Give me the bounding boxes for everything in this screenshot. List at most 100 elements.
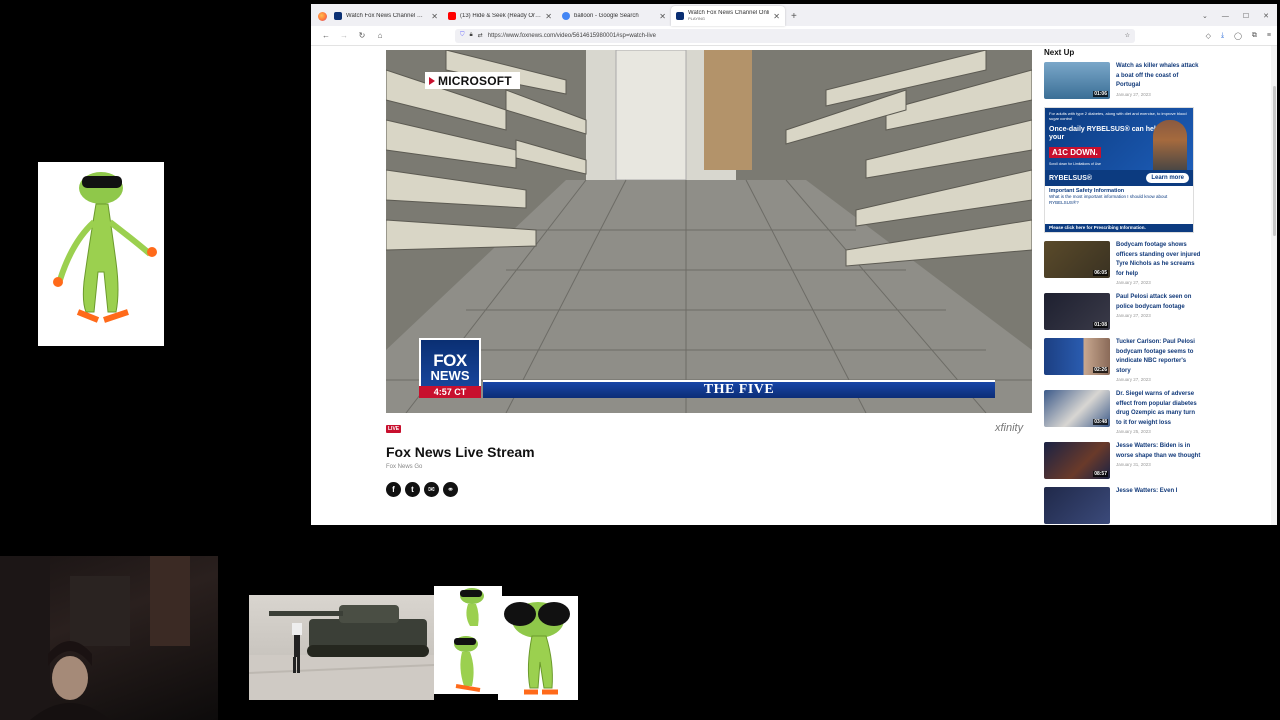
video-thumbnail[interactable]: 06:05 [1044,241,1110,278]
video-link-title[interactable]: Jesse Watters: Biden is in worse shape t… [1116,442,1202,461]
account-icon[interactable]: ◯ [1234,32,1242,40]
firefox-menu-icon[interactable] [315,6,329,26]
permissions-icon[interactable]: ⇄ [478,32,483,39]
tab-title: (13) Hide & Seek (Ready Or Not [460,13,542,19]
desktop-stage: Watch Fox News Channel Onli ✕ (13) Hide … [0,0,1280,720]
logo-line-1: FOX [433,351,467,370]
extensions-icon[interactable]: ⧉ [1252,32,1257,40]
twitter-icon[interactable]: t [405,482,420,497]
list-item[interactable]: 02:26 Tucker Carlson: Paul Pelosi bodyca… [1044,338,1202,382]
frog-sticker-glasses-image [498,596,578,700]
url-text[interactable]: https://www.foxnews.com/video/5614615980… [488,33,656,39]
list-item[interactable]: Jesse Watters: Even I [1044,487,1202,524]
home-icon[interactable]: ⌂ [371,31,389,40]
bookmark-star-icon[interactable]: ☆ [1125,32,1130,39]
list-item[interactable]: 03:48 Dr. Siegel warns of adverse effect… [1044,390,1202,434]
fox-favicon-icon [676,12,684,20]
logo-line-2: NEWS [430,368,470,383]
page-content: MICROSOFT FOX NEWS 4:57 CT THE FIVE LIVE… [311,46,1277,525]
ad-highlight: A1C DOWN. [1049,147,1101,158]
lock-icon[interactable]: 🔒︎ [470,32,473,39]
close-icon[interactable]: ✕ [659,12,666,21]
video-player[interactable]: MICROSOFT FOX NEWS 4:57 CT THE FIVE [386,50,1032,413]
next-up-heading: Next Up [1044,48,1075,57]
show-name-banner: THE FIVE [483,380,995,398]
share-buttons: f t ✉ ⚭ [386,482,458,497]
video-date: January 27, 2023 [1116,313,1151,318]
duration: 01:08 [1093,322,1108,328]
video-link-title[interactable]: Bodycam footage shows officers standing … [1116,241,1202,279]
video-date: January 27, 2023 [1116,91,1151,97]
duration: 06:05 [1093,270,1108,276]
play-triangle-icon [429,76,435,85]
chyron-topic-tag: MICROSOFT [425,72,520,89]
pocket-icon[interactable]: ◇ [1206,32,1211,40]
video-thumbnail[interactable]: 03:48 [1044,390,1110,427]
downloads-icon[interactable]: ⤓ [1221,32,1224,40]
tab-fox-news-active[interactable]: Watch Fox News Channel Onli PLAYING ✕ [671,6,785,26]
video-subtitle: Fox News Go [386,464,423,470]
frog-sticker-image [38,162,164,346]
duration: 02:26 [1093,367,1108,373]
back-icon[interactable]: ← [317,31,335,40]
duration: 01:06 [1093,91,1108,97]
frog-sticker-small-image [434,586,502,694]
link-icon[interactable]: ⚭ [443,482,458,497]
youtube-favicon-icon [448,12,456,20]
video-date: January 27, 2023 [1116,280,1151,285]
list-item[interactable]: 06:05 Bodycam footage shows officers sta… [1044,241,1202,285]
ad-prescribing-link[interactable]: Please click here for Prescribing Inform… [1045,224,1193,232]
video-link-title[interactable]: Dr. Siegel warns of adverse effect from … [1116,390,1202,428]
video-link-title[interactable]: Jesse Watters: Even I [1116,487,1177,497]
list-item[interactable]: 08:57 Jesse Watters: Biden is in worse s… [1044,442,1202,479]
video-link-title[interactable]: Tucker Carlson: Paul Pelosi bodycam foot… [1116,338,1202,376]
duration: 08:57 [1093,471,1108,477]
video-thumbnail[interactable]: 02:26 [1044,338,1110,375]
video-thumbnail[interactable]: 01:06 [1044,62,1110,99]
webcam-feed [0,556,218,720]
video-date: January 25, 2023 [1116,429,1151,434]
forward-icon[interactable]: → [335,31,353,40]
tab-playing-label: PLAYING [688,16,706,21]
maximize-icon[interactable]: ☐ [1243,12,1249,20]
tab-fox-news-1[interactable]: Watch Fox News Channel Onli ✕ [329,6,443,26]
next-up-sidebar: Next Up 01:06 Watch as killer whales att… [1044,46,1202,525]
app-menu-icon[interactable]: ≡ [1267,32,1271,40]
email-icon[interactable]: ✉ [424,482,439,497]
live-badge: LIVE [386,425,402,433]
new-tab-button[interactable]: + [785,6,803,26]
close-window-icon[interactable]: ✕ [1263,12,1269,20]
learn-more-button[interactable]: Learn more [1146,173,1189,183]
navigation-toolbar: ← → ↻ ⌂ ⛉ 🔒︎ ⇄ https://www.foxnews.com/v… [311,26,1277,46]
tab-youtube[interactable]: (13) Hide & Seek (Ready Or Not ✕ [443,6,557,26]
list-all-tabs-icon[interactable]: ⌄ [1202,12,1208,20]
scrollbar-thumb[interactable] [1273,86,1276,236]
advertisement[interactable]: For adults with type 2 diabetes, along w… [1044,107,1194,233]
tank-man-photo [249,595,434,700]
video-link-title[interactable]: Watch as killer whales attack a boat off… [1116,62,1202,91]
url-bar[interactable]: ⛉ 🔒︎ ⇄ https://www.foxnews.com/video/561… [455,28,1135,43]
tab-title: balloon - Google Search [574,13,639,19]
facebook-icon[interactable]: f [386,482,401,497]
ad-person-image [1153,120,1187,170]
browser-window: Watch Fox News Channel Onli ✕ (13) Hide … [311,4,1277,525]
tab-strip: Watch Fox News Channel Onli ✕ (13) Hide … [311,4,1277,26]
video-thumbnail[interactable] [1044,487,1110,524]
duration: 03:48 [1093,419,1108,425]
reload-icon[interactable]: ↻ [353,31,371,40]
close-icon[interactable]: ✕ [773,12,780,21]
scrollbar[interactable] [1271,46,1277,525]
list-item[interactable]: 01:08 Paul Pelosi attack seen on police … [1044,293,1202,330]
broadcast-time: 4:57 CT [419,386,481,398]
video-title: Fox News Live Stream [386,444,535,460]
tab-google-search[interactable]: balloon - Google Search ✕ [557,6,671,26]
tab-title: Watch Fox News Channel Onli [346,13,428,19]
tracking-shield-icon[interactable]: ⛉ [460,32,465,39]
video-link-title[interactable]: Paul Pelosi attack seen on police bodyca… [1116,293,1202,312]
list-item[interactable]: 01:06 Watch as killer whales attack a bo… [1044,62,1202,99]
video-thumbnail[interactable]: 08:57 [1044,442,1110,479]
video-thumbnail[interactable]: 01:08 [1044,293,1110,330]
minimize-icon[interactable]: — [1222,13,1229,20]
close-icon[interactable]: ✕ [545,12,552,21]
close-icon[interactable]: ✕ [431,12,438,21]
